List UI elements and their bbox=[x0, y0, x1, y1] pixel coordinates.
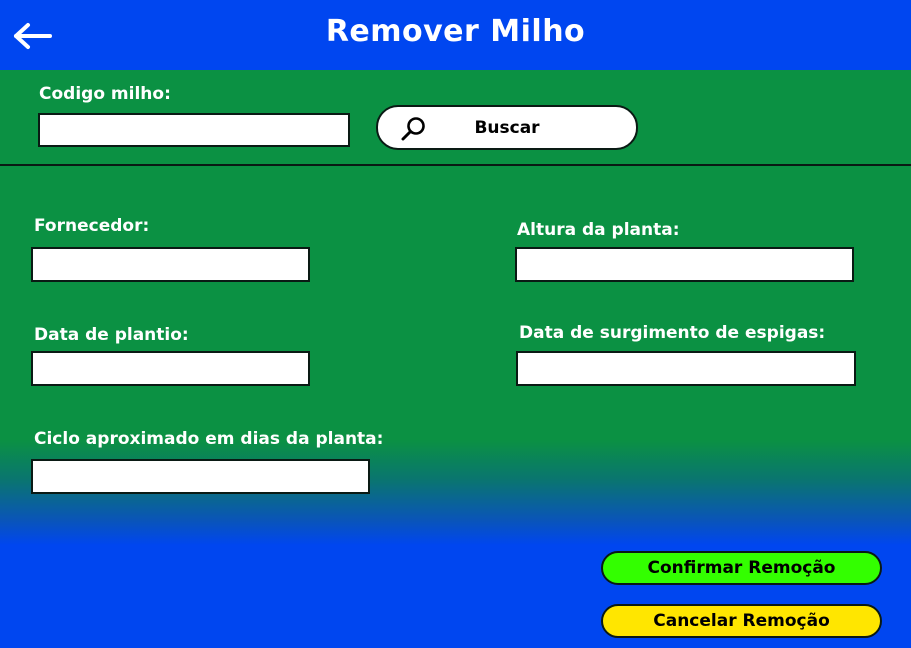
data-espigas-label: Data de surgimento de espigas: bbox=[519, 323, 826, 343]
altura-input[interactable] bbox=[515, 247, 854, 282]
search-button-label: Buscar bbox=[474, 118, 540, 138]
data-espigas-input[interactable] bbox=[516, 351, 856, 386]
altura-label: Altura da planta: bbox=[517, 220, 680, 240]
fornecedor-label: Fornecedor: bbox=[34, 216, 150, 236]
codigo-milho-input[interactable] bbox=[38, 113, 350, 147]
page-title: Remover Milho bbox=[325, 14, 586, 49]
search-button[interactable]: Buscar bbox=[376, 105, 638, 150]
header-bar: Remover Milho bbox=[0, 0, 911, 70]
data-plantio-label: Data de plantio: bbox=[34, 325, 189, 345]
codigo-milho-label: Codigo milho: bbox=[39, 84, 171, 104]
fornecedor-input[interactable] bbox=[31, 247, 310, 282]
data-plantio-input[interactable] bbox=[31, 351, 310, 386]
ciclo-input[interactable] bbox=[31, 459, 370, 494]
ciclo-label: Ciclo aproximado em dias da planta: bbox=[34, 429, 384, 449]
confirm-removal-button[interactable]: Confirmar Remoção bbox=[601, 551, 882, 585]
cancel-removal-button[interactable]: Cancelar Remoção bbox=[601, 604, 882, 638]
